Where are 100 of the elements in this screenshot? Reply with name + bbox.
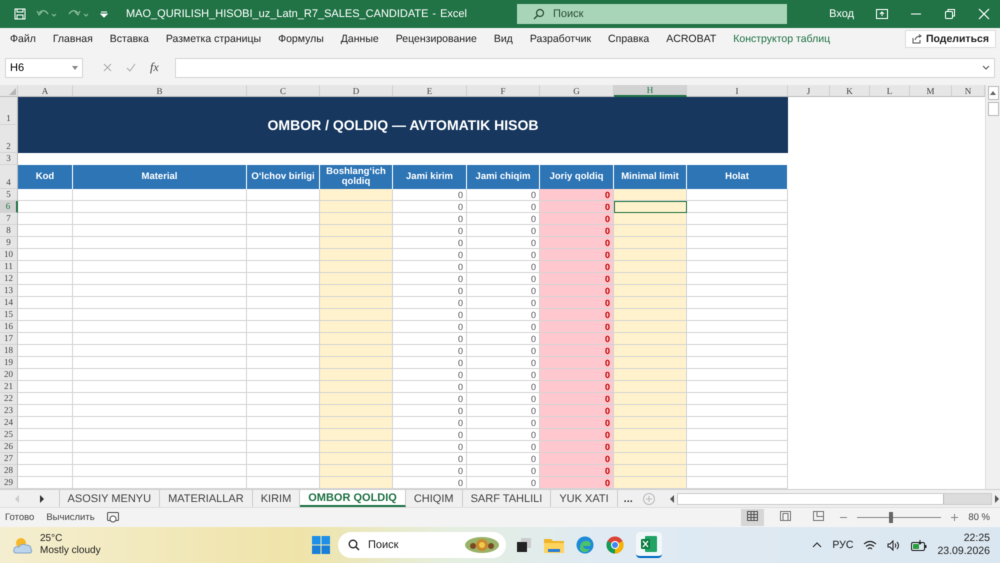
- save-icon[interactable]: [14, 8, 26, 20]
- insert-function-button[interactable]: fx: [150, 60, 159, 75]
- row-number[interactable]: 16: [0, 321, 18, 333]
- close-icon[interactable]: [978, 8, 990, 20]
- calculate-button[interactable]: Вычислить: [46, 512, 95, 523]
- ribbon-tab[interactable]: Вставка: [110, 33, 149, 45]
- row-number[interactable]: 23: [0, 405, 18, 417]
- ribbon-display-icon[interactable]: [876, 9, 888, 19]
- battery-icon[interactable]: [911, 540, 928, 550]
- normal-view-button[interactable]: [741, 509, 764, 526]
- ribbon-tab[interactable]: Конструктор таблиц: [733, 33, 830, 45]
- ribbon-tab[interactable]: Главная: [52, 33, 93, 45]
- excel-taskbar-button[interactable]: [636, 532, 662, 558]
- windows-start-icon[interactable]: [312, 536, 330, 554]
- row-number[interactable]: 6: [0, 201, 18, 213]
- wifi-icon[interactable]: [863, 540, 878, 550]
- row-number[interactable]: 1: [0, 97, 18, 125]
- row-number[interactable]: 25: [0, 429, 18, 441]
- row-number[interactable]: 24: [0, 417, 18, 429]
- sign-in-link[interactable]: Вход: [829, 8, 854, 20]
- row-number[interactable]: 17: [0, 333, 18, 345]
- row-number[interactable]: 10: [0, 249, 18, 261]
- expand-icon[interactable]: [982, 65, 990, 70]
- row-number[interactable]: 12: [0, 273, 18, 285]
- table-cell: 0: [540, 237, 614, 249]
- formula-input[interactable]: [174, 58, 995, 78]
- column-header[interactable]: K: [830, 85, 870, 97]
- language-indicator[interactable]: РУС: [832, 539, 854, 551]
- accessibility-icon[interactable]: [106, 512, 119, 523]
- row-number[interactable]: 15: [0, 309, 18, 321]
- sheet-tab[interactable]: OMBOR QOLDIQ: [300, 490, 406, 507]
- table-cell: [18, 273, 73, 285]
- scroll-up-button[interactable]: [988, 86, 998, 100]
- row-number[interactable]: 7: [0, 213, 18, 225]
- chrome-icon[interactable]: [606, 536, 624, 554]
- name-box[interactable]: H6: [5, 58, 83, 78]
- column-header[interactable]: G: [540, 85, 614, 97]
- taskbar-search-field[interactable]: Поиск: [338, 532, 506, 558]
- ribbon-tab[interactable]: Файл: [10, 33, 36, 45]
- ribbon-tab[interactable]: Данные: [340, 33, 379, 45]
- row-number[interactable]: 5: [0, 189, 18, 201]
- row-number[interactable]: 21: [0, 381, 18, 393]
- column-header[interactable]: A: [18, 85, 73, 97]
- zoom-level[interactable]: 80 %: [968, 512, 990, 523]
- edge-icon[interactable]: [576, 536, 594, 554]
- restore-icon[interactable]: [944, 8, 956, 20]
- check-icon[interactable]: [126, 63, 136, 72]
- row-number[interactable]: 2: [0, 125, 18, 153]
- row-number[interactable]: 27: [0, 453, 18, 465]
- task-view-icon[interactable]: [516, 537, 532, 553]
- column-header[interactable]: J: [788, 85, 830, 97]
- ribbon-tab[interactable]: Разметка страницы: [166, 33, 262, 45]
- more-sheets-button[interactable]: ...: [618, 490, 639, 507]
- caret-icon[interactable]: [100, 10, 108, 18]
- clock-date[interactable]: 23.09.2026: [937, 545, 990, 558]
- row-number[interactable]: 28: [0, 465, 18, 477]
- row-number[interactable]: 26: [0, 441, 18, 453]
- column-header[interactable]: I: [687, 85, 788, 97]
- column-header[interactable]: M: [910, 85, 952, 97]
- ribbon-tab[interactable]: Формулы: [278, 33, 324, 45]
- clock-time[interactable]: 22:25: [964, 532, 990, 545]
- ribbon-tab[interactable]: Справка: [608, 33, 650, 45]
- column-header[interactable]: L: [870, 85, 910, 97]
- row-number[interactable]: 8: [0, 225, 18, 237]
- column-header[interactable]: C: [247, 85, 320, 97]
- next-sheet-icon[interactable]: [38, 494, 45, 502]
- scrollbar-thumb[interactable]: [988, 102, 998, 116]
- share-button[interactable]: Поделиться: [904, 30, 996, 48]
- ribbon-tab[interactable]: ACROBAT: [666, 33, 716, 45]
- row-number[interactable]: 13: [0, 285, 18, 297]
- row-number[interactable]: 29: [0, 477, 18, 489]
- ribbon-tab[interactable]: Разработчик: [530, 33, 592, 45]
- page-icon: [780, 511, 792, 521]
- row-number[interactable]: 9: [0, 237, 18, 249]
- row-number[interactable]: 14: [0, 297, 18, 309]
- row-number[interactable]: 3: [0, 153, 18, 165]
- row-number[interactable]: 20: [0, 369, 18, 381]
- scrollbar-thumb[interactable]: [678, 494, 944, 504]
- zoom-out-icon[interactable]: [840, 514, 848, 521]
- column-header[interactable]: F: [467, 85, 540, 97]
- caret-icon[interactable]: [72, 66, 78, 70]
- column-header[interactable]: H: [614, 85, 687, 97]
- column-header[interactable]: B: [73, 85, 247, 97]
- folder-icon[interactable]: [544, 537, 564, 553]
- zoom-slider-thumb[interactable]: [888, 512, 893, 523]
- row-number[interactable]: 22: [0, 393, 18, 405]
- column-header[interactable]: E: [393, 85, 467, 97]
- scroll-right-icon[interactable]: [994, 494, 1000, 502]
- row-number[interactable]: 11: [0, 261, 18, 273]
- column-header[interactable]: D: [320, 85, 393, 97]
- row-number[interactable]: 19: [0, 357, 18, 369]
- ribbon-tab[interactable]: Рецензирование: [396, 33, 477, 45]
- volume-icon[interactable]: [887, 540, 902, 550]
- search-field[interactable]: Поиск: [517, 4, 787, 24]
- row-number[interactable]: 4: [0, 165, 18, 189]
- row-number[interactable]: 18: [0, 345, 18, 357]
- ribbon-tab[interactable]: Вид: [494, 33, 513, 45]
- chevron-up-icon[interactable]: [812, 542, 822, 548]
- zoom-in-icon[interactable]: [951, 514, 958, 521]
- column-header[interactable]: N: [952, 85, 985, 97]
